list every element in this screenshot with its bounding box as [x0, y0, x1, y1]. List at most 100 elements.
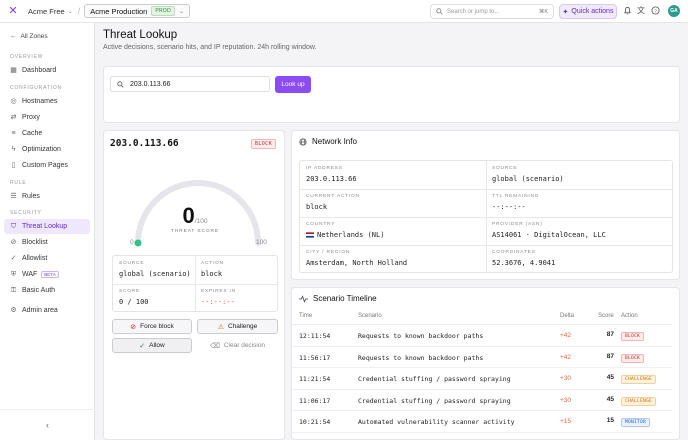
table-row[interactable]: 10:21:54 Automated vulnerability scanner … [292, 411, 672, 433]
search-icon [117, 80, 124, 88]
settings-icon: ⚙ [10, 307, 17, 314]
sidebar-item-waf[interactable]: ⛨ WAF BETA [4, 267, 90, 282]
warning-icon: ⚠ [217, 323, 224, 331]
arrow-left-icon: ← [10, 33, 17, 40]
table-row[interactable]: 10:06:17Automated vulnerability scanner … [292, 433, 672, 440]
cell-score: 87 [606, 331, 614, 338]
database-icon: ≡ [11, 130, 16, 137]
bolt-icon: ϟ [11, 146, 16, 153]
table-row[interactable]: 11:06:17 Credential stuffing / password s… [292, 390, 672, 411]
status-badge: BLOCK [250, 139, 276, 149]
sidebar-item-label: Cache [22, 130, 43, 137]
timeline-table-header: Time Scenario Delta Score Action [292, 309, 672, 325]
bell-icon[interactable] [622, 6, 632, 16]
search-shortcut: ⌘K [538, 8, 548, 15]
cell-scenario: Credential stuffing / password spraying [358, 396, 511, 405]
table-row[interactable]: 12:11:54 Requests to known backdoor paths… [292, 325, 672, 347]
environment-switcher[interactable]: Acme Production PROD ⌄ [84, 4, 191, 18]
sidebar-item-threat-lookup[interactable]: ⛉ Threat Lookup [4, 219, 90, 234]
svg-text:?: ? [654, 8, 657, 14]
activity-icon [299, 294, 308, 303]
ip-score-card: 203.0.113.66 BLOCK 0/100 THREAT SCORE 0 … [103, 130, 285, 440]
cell-delta: +42 [560, 332, 572, 339]
sidebar-item-label: Rules [22, 193, 40, 200]
score-display: 0/100 [104, 203, 286, 229]
column-score: Score [598, 313, 614, 319]
provider-field: PROVIDER (ASN) AS14061 · DigitalOcean, LL… [492, 222, 606, 239]
breadcrumb-separator: / [77, 6, 81, 16]
city-field: CITY / REGION Amsterdam, North Holland [306, 250, 408, 267]
table-row[interactable]: 11:56:17 Requests to known backdoor paths… [292, 347, 672, 368]
ip-address-field: IP ADDRESS 203.0.113.66 [306, 166, 357, 183]
sidebar-item-admin-area[interactable]: ⚙ Admin area [4, 303, 90, 318]
cell-delta: +42 [560, 353, 572, 361]
sidebar-item-custom-pages[interactable]: ▯ Custom Pages [4, 158, 90, 173]
sidebar-item-allowlist[interactable]: ✓ Allowlist [4, 251, 90, 266]
page-title: Threat Lookup [103, 29, 178, 41]
org-switcher[interactable]: Acme Free ⌄ [28, 7, 73, 16]
all-zones-link[interactable]: ← All Zones [10, 33, 48, 40]
user-avatar[interactable]: GA [668, 5, 680, 17]
cell-time: 12:11:54 [299, 332, 331, 340]
cell-delta: +30 [560, 396, 572, 404]
check-circle-icon: ✓ [139, 342, 146, 350]
country-field: COUNTRY Netherlands (NL) [306, 222, 385, 239]
collapse-sidebar-button[interactable]: ‹ [0, 409, 95, 440]
environment-name: Acme Production [90, 6, 148, 16]
eraser-icon: ⌫ [209, 342, 220, 350]
global-search[interactable]: Search or jump to... ⌘K [430, 4, 554, 19]
decision-source: SOURCE global (scenario) [119, 261, 191, 278]
quick-actions-label: Quick actions [571, 8, 614, 15]
decision-action: ACTION block [201, 261, 224, 278]
cell-delta: +15 [560, 418, 572, 425]
cell-scenario: Automated vulnerability scanner activity [358, 418, 515, 426]
allow-button[interactable]: ✓ Allow [112, 338, 192, 353]
allow-label: Allow [149, 342, 165, 349]
beta-badge: BETA [41, 271, 59, 278]
sidebar-item-cache[interactable]: ≡ Cache [4, 126, 90, 141]
sidebar-item-hostnames[interactable]: ◎ Hostnames [4, 94, 90, 109]
score-value: 0 [182, 203, 195, 228]
translate-icon[interactable]: 文 [636, 6, 646, 16]
scenario-timeline-header: Scenario Timeline [299, 294, 377, 303]
sidebar-item-proxy[interactable]: ⇄ Proxy [4, 110, 90, 125]
cell-score: 45 [606, 374, 614, 381]
quick-actions-button[interactable]: ✦ Quick actions [559, 4, 617, 19]
sidebar-item-dashboard[interactable]: ▦ Dashboard [4, 63, 90, 78]
cell-action: BLOCK [621, 353, 645, 363]
look-up-button[interactable]: Look up [275, 76, 311, 93]
cell-scenario: Credential stuffing / password spraying [358, 375, 511, 383]
ip-address-heading: 203.0.113.66 [110, 138, 179, 149]
wand-icon: ✦ [562, 8, 569, 16]
table-row[interactable]: 11:21:54 Credential stuffing / password s… [292, 368, 672, 390]
force-block-button[interactable]: ⊘ Force block [112, 319, 192, 334]
sidebar-item-basic-auth[interactable]: ⚿ Basic Auth [4, 283, 90, 298]
decision-expires: EXPIRES IN --:--:-- [201, 289, 236, 306]
help-icon[interactable]: ? [650, 6, 660, 16]
chevron-left-icon: ‹ [46, 420, 49, 430]
page-icon: ▯ [11, 162, 16, 169]
sidebar-item-optimization[interactable]: ϟ Optimization [4, 142, 90, 157]
sidebar-item-label: Dashboard [22, 67, 57, 74]
search-icon [436, 8, 443, 15]
cell-action: CHALLENGE [621, 375, 657, 384]
source-field: SOURCE global (scenario) [492, 166, 564, 183]
page-subtitle: Active decisions, scenario hits, and IP … [103, 44, 317, 51]
lookup-card: 203.0.113.66 Look up [103, 66, 680, 123]
scenario-timeline-title: Scenario Timeline [313, 294, 377, 303]
sidebar-item-rules[interactable]: ☰ Rules [4, 189, 90, 204]
ip-lookup-input[interactable]: 203.0.113.66 [110, 76, 270, 92]
clear-decision-button[interactable]: ⌫ Clear decision [197, 338, 278, 353]
cell-delta: +30 [560, 375, 572, 382]
cell-score: 45 [606, 395, 614, 403]
cell-time: 10:21:54 [299, 418, 331, 426]
decision-score: SCORE 0 / 100 [119, 289, 149, 306]
score-label: THREAT SCORE [171, 229, 219, 234]
sidebar-item-label: Threat Lookup [22, 223, 68, 230]
sidebar-item-label: Optimization [22, 146, 61, 153]
column-time: Time [299, 313, 313, 319]
challenge-button[interactable]: ⚠ Challenge [197, 319, 278, 334]
app-logo-icon[interactable]: ✕ [8, 6, 18, 17]
sidebar-item-blocklist[interactable]: ⊘ Blocklist [4, 235, 90, 250]
netherlands-flag-icon [306, 232, 314, 238]
